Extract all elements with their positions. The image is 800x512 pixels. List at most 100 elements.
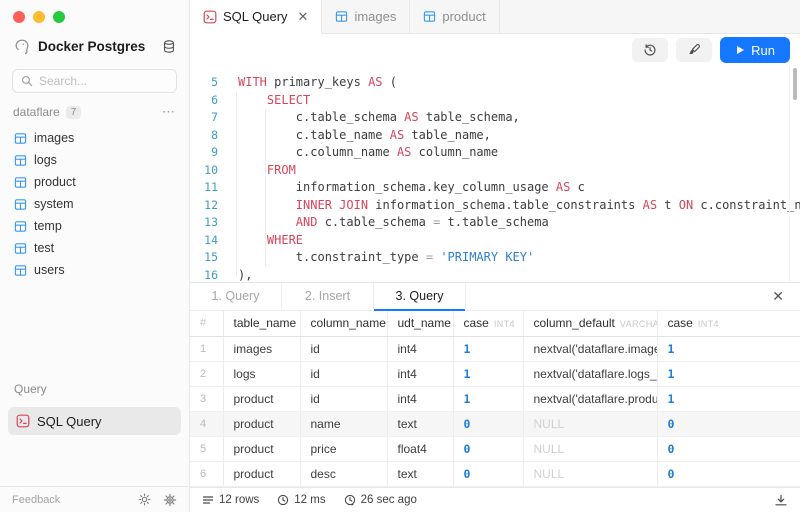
column-header-table_name[interactable]: table_name…: [223, 311, 300, 337]
schema-count-badge: 7: [66, 106, 82, 119]
table-row[interactable]: 3productidint41nextval('dataflare.produc…: [190, 387, 800, 412]
table-cell[interactable]: 1: [657, 337, 800, 362]
code-text: c.table_schema AS table_schema,: [238, 109, 520, 127]
table-cell[interactable]: float4: [387, 437, 453, 462]
table-icon: [14, 154, 27, 167]
table-cell[interactable]: int4: [387, 337, 453, 362]
table-row[interactable]: 1imagesidint41nextval('dataflare.images_…: [190, 337, 800, 362]
tab-product[interactable]: product: [410, 0, 499, 34]
code-text: t.constraint_type = 'PRIMARY KEY': [238, 249, 534, 267]
column-header-column_default[interactable]: column_defaultVARCHAR: [523, 311, 657, 337]
feedback-link[interactable]: Feedback: [12, 494, 126, 506]
results-tab-bar: 1. Query2. Insert3. Query ✕: [190, 283, 800, 311]
postgres-icon: [13, 37, 31, 55]
row-count-stat: 12 rows: [202, 494, 259, 506]
table-cell[interactable]: 0: [657, 412, 800, 437]
table-cell[interactable]: 1: [453, 362, 523, 387]
table-cell[interactable]: text: [387, 412, 453, 437]
sidebar-item-sql-query[interactable]: SQL Query: [8, 407, 181, 435]
sidebar-item-test[interactable]: test: [0, 237, 189, 259]
tab-sql-query[interactable]: SQL Query✕: [190, 0, 322, 34]
table-cell[interactable]: id: [300, 362, 387, 387]
editor-scrollbar-track: [789, 66, 790, 282]
close-window-button[interactable]: [13, 11, 25, 23]
table-cell[interactable]: int4: [387, 362, 453, 387]
table-cell[interactable]: 1: [657, 387, 800, 412]
sidebar-item-product[interactable]: product: [0, 171, 189, 193]
sidebar-item-logs[interactable]: logs: [0, 149, 189, 171]
column-header-udt_name[interactable]: udt_name…: [387, 311, 453, 337]
table-cell[interactable]: 1: [657, 362, 800, 387]
table-cell[interactable]: text: [387, 462, 453, 487]
row-number-cell: 1: [190, 337, 223, 362]
format-button[interactable]: [676, 38, 712, 62]
table-cell[interactable]: 1: [453, 387, 523, 412]
column-header-case[interactable]: caseINT4: [453, 311, 523, 337]
editor-scrollbar-thumb[interactable]: [793, 68, 797, 100]
table-cell[interactable]: desc: [300, 462, 387, 487]
table-cell[interactable]: product: [223, 437, 300, 462]
table-cell[interactable]: NULL: [523, 437, 657, 462]
table-cell[interactable]: product: [223, 387, 300, 412]
table-cell[interactable]: 0: [453, 462, 523, 487]
sidebar-item-temp[interactable]: temp: [0, 215, 189, 237]
database-icon[interactable]: [162, 39, 176, 54]
table-cell[interactable]: product: [223, 462, 300, 487]
sidebar-item-system[interactable]: system: [0, 193, 189, 215]
sidebar-item-label: SQL Query: [37, 414, 102, 429]
results-tab-3-query[interactable]: 3. Query: [374, 283, 466, 310]
run-button[interactable]: Run: [720, 37, 790, 63]
table-cell[interactable]: price: [300, 437, 387, 462]
sql-editor[interactable]: 5WITH primary_keys AS (6 SELECT7 c.table…: [190, 66, 800, 282]
theme-toggle-icon[interactable]: [138, 493, 151, 506]
table-cell[interactable]: images: [223, 337, 300, 362]
table-cell[interactable]: NULL: [523, 462, 657, 487]
table-cell[interactable]: 0: [453, 437, 523, 462]
sidebar-item-users[interactable]: users: [0, 259, 189, 281]
line-number: 16: [190, 267, 218, 282]
search-box[interactable]: [12, 69, 177, 93]
table-cell[interactable]: nextval('dataflare.images_id_s…: [523, 337, 657, 362]
row-number-cell: 2: [190, 362, 223, 387]
close-results-icon[interactable]: ✕: [756, 283, 800, 310]
sidebar-item-images[interactable]: images: [0, 127, 189, 149]
minimize-window-button[interactable]: [33, 11, 45, 23]
tab-images[interactable]: images: [322, 0, 410, 34]
results-tab-1-query[interactable]: 1. Query: [190, 283, 282, 310]
column-header-case[interactable]: caseINT4: [657, 311, 800, 337]
line-number: 10: [190, 162, 218, 180]
zoom-window-button[interactable]: [53, 11, 65, 23]
table-row[interactable]: 4productnametext0NULL0: [190, 412, 800, 437]
results-tab-2-insert[interactable]: 2. Insert: [282, 283, 374, 310]
table-cell[interactable]: 0: [453, 412, 523, 437]
settings-gear-icon[interactable]: [163, 493, 177, 507]
more-options-icon[interactable]: ⋯: [162, 104, 176, 120]
table-cell[interactable]: product: [223, 412, 300, 437]
table-cell[interactable]: logs: [223, 362, 300, 387]
export-button[interactable]: [774, 494, 788, 507]
table-cell[interactable]: int4: [387, 387, 453, 412]
table-row[interactable]: 5productpricefloat40NULL0: [190, 437, 800, 462]
history-button[interactable]: [632, 38, 668, 62]
table-cell[interactable]: NULL: [523, 412, 657, 437]
table-cell[interactable]: nextval('dataflare.product_id_…: [523, 387, 657, 412]
table-row[interactable]: 2logsidint41nextval('dataflare.logs_id_s…: [190, 362, 800, 387]
table-cell[interactable]: id: [300, 387, 387, 412]
table-cell[interactable]: name: [300, 412, 387, 437]
row-number-cell: 5: [190, 437, 223, 462]
search-input[interactable]: [39, 74, 168, 88]
column-header-hash[interactable]: #: [190, 311, 223, 337]
table-cell[interactable]: 1: [453, 337, 523, 362]
table-cell[interactable]: nextval('dataflare.logs_id_seq'…: [523, 362, 657, 387]
line-number: 11: [190, 179, 218, 197]
table-row[interactable]: 6productdesctext0NULL0: [190, 462, 800, 487]
editor-line: 9 c.column_name AS column_name: [190, 144, 800, 162]
close-tab-icon[interactable]: ✕: [298, 10, 309, 23]
table-cell[interactable]: 0: [657, 437, 800, 462]
clock-icon: [277, 494, 289, 506]
table-cell[interactable]: id: [300, 337, 387, 362]
row-number-cell: 3: [190, 387, 223, 412]
editor-line: 12 INNER JOIN information_schema.table_c…: [190, 197, 800, 215]
column-header-column_name[interactable]: column_name…: [300, 311, 387, 337]
table-cell[interactable]: 0: [657, 462, 800, 487]
